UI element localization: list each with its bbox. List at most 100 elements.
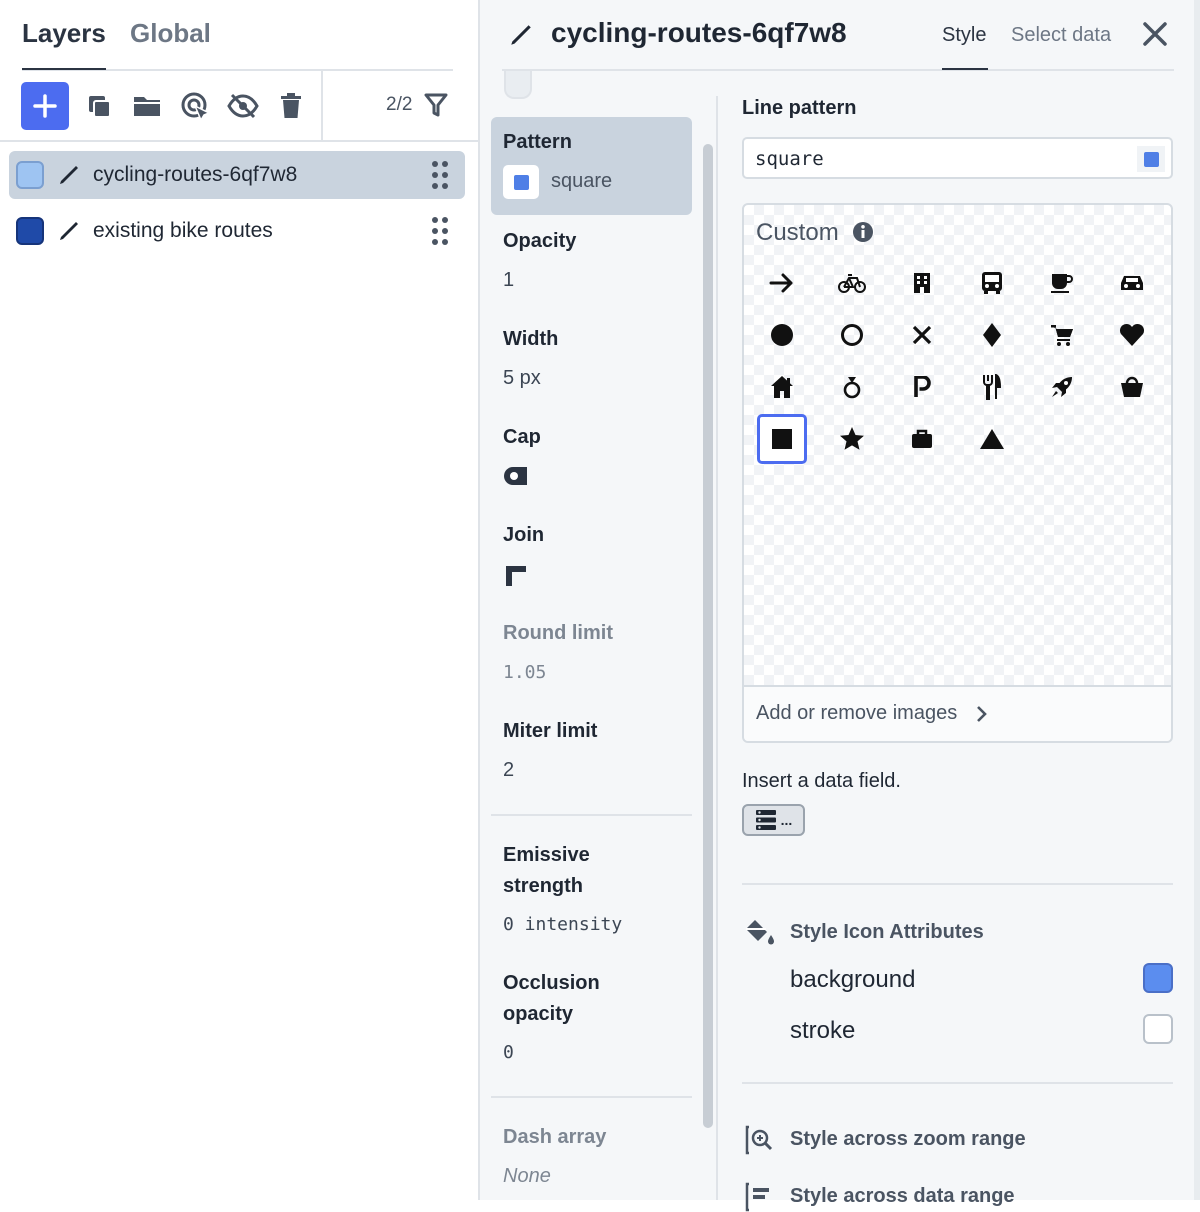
round-limit-value: 1.05 (503, 662, 547, 683)
delete-layer-button[interactable] (275, 90, 307, 122)
diamond-icon (983, 323, 1001, 347)
icon-rocket[interactable] (1037, 362, 1087, 412)
emissive-label[interactable]: Emissive (503, 840, 590, 871)
property-scrollbar[interactable] (703, 144, 713, 1128)
cap-label[interactable]: Cap (503, 422, 541, 453)
tab-global[interactable]: Global (130, 18, 211, 49)
pattern-label: Pattern (503, 131, 572, 153)
info-icon[interactable] (852, 221, 874, 243)
opacity-value[interactable]: 1 (503, 269, 514, 292)
building-icon (914, 273, 930, 293)
miter-limit-label[interactable]: Miter limit (503, 716, 597, 747)
duplicate-layer-button[interactable] (83, 90, 115, 122)
icon-bus[interactable] (967, 258, 1017, 308)
icon-suitcase[interactable] (897, 414, 947, 464)
arrow-right-icon (769, 273, 793, 293)
property-pattern[interactable]: Pattern square (491, 117, 692, 215)
round-limit-label: Round limit (503, 622, 613, 644)
drag-handle-icon[interactable] (429, 215, 451, 247)
add-remove-images-text: Add or remove images (756, 702, 958, 724)
emissive-value[interactable]: 0 intensity (503, 914, 622, 935)
stroke-color-swatch[interactable] (1143, 1014, 1173, 1044)
icon-triangle[interactable] (967, 414, 1017, 464)
tab-layers[interactable]: Layers (22, 18, 106, 49)
group-layers-button[interactable] (131, 90, 163, 122)
icon-bicycle[interactable] (827, 258, 877, 308)
background-attr-label: background (790, 966, 916, 993)
dash-array-value: None (503, 1165, 551, 1187)
icon-building[interactable] (897, 258, 947, 308)
heart-icon (1119, 323, 1145, 346)
opacity-label[interactable]: Opacity (503, 226, 576, 257)
icon-arrow[interactable] (757, 258, 807, 308)
width-label[interactable]: Width (503, 324, 558, 355)
background-color-swatch[interactable] (1143, 963, 1173, 993)
circle-icon (771, 324, 793, 346)
icon-shop[interactable] (1107, 362, 1157, 412)
icon-set-title: Custom (756, 219, 839, 246)
drag-handle-icon[interactable] (429, 159, 451, 191)
join-miter-icon[interactable] (503, 563, 527, 587)
insert-data-field-label: Insert a data field. (742, 770, 901, 792)
width-value[interactable]: 5 px (503, 367, 541, 390)
pattern-value: square (551, 170, 613, 192)
cursor-target-icon (181, 92, 210, 121)
tab-select-data[interactable]: Select data (1011, 24, 1111, 47)
add-layer-button[interactable] (21, 82, 69, 130)
map-edge (1194, 0, 1200, 1200)
parking-icon (914, 376, 931, 397)
style-icon-attributes-heading: Style Icon Attributes (790, 921, 984, 943)
icon-ring[interactable] (827, 362, 877, 412)
miter-limit-value[interactable]: 2 (503, 759, 514, 782)
tab-active-indicator (22, 68, 106, 70)
tab-style[interactable]: Style (942, 24, 986, 47)
trash-icon (281, 93, 301, 118)
layer-counter: 2/2 (386, 94, 413, 115)
select-on-map-button[interactable] (179, 90, 211, 122)
occlusion-label-line2[interactable]: opacity (503, 999, 573, 1030)
restaurant-icon (983, 374, 1002, 400)
occlusion-label[interactable]: Occlusion (503, 968, 600, 999)
layer-color-swatch[interactable] (16, 217, 44, 245)
cap-butt-icon[interactable] (503, 464, 529, 488)
section-divider (491, 1096, 692, 1098)
home-icon (771, 376, 793, 398)
icon-car[interactable] (1107, 258, 1157, 308)
line-layer-icon (511, 25, 531, 45)
layer-item-existing-bike-routes[interactable]: existing bike routes (9, 207, 465, 255)
icon-parking[interactable] (897, 362, 947, 412)
layer-item-cycling-routes[interactable]: cycling-routes-6qf7w8 (9, 151, 465, 199)
occlusion-value[interactable]: 0 (503, 1042, 514, 1063)
add-remove-images-link[interactable]: Add or remove images (744, 685, 1171, 741)
emissive-label-line2[interactable]: strength (503, 871, 583, 902)
icon-cart[interactable] (1037, 310, 1087, 360)
icon-coffee[interactable] (1037, 258, 1087, 308)
icon-circle[interactable] (757, 310, 807, 360)
data-range-heading[interactable]: Style across data range (790, 1185, 1015, 1208)
line-layer-icon (60, 222, 78, 240)
icon-square[interactable] (757, 414, 807, 464)
layer-color-swatch[interactable] (16, 161, 44, 189)
hide-layer-button[interactable] (227, 90, 259, 122)
icon-picker-panel: Custom Add or remove images (742, 203, 1173, 743)
style-panel: cycling-routes-6qf7w8 Style Select data … (480, 0, 1200, 1212)
join-label[interactable]: Join (503, 520, 544, 551)
previous-property-chip (504, 71, 532, 99)
close-icon[interactable] (1141, 20, 1169, 48)
icon-heart[interactable] (1107, 310, 1157, 360)
icon-diamond[interactable] (967, 310, 1017, 360)
bus-icon (982, 272, 1002, 294)
zoom-range-icon (745, 1125, 773, 1155)
stroke-attr-label: stroke (790, 1017, 856, 1044)
icon-circle-stroked[interactable] (827, 310, 877, 360)
icon-cross[interactable] (897, 310, 947, 360)
duplicate-icon (89, 96, 111, 118)
filter-button[interactable] (424, 92, 448, 123)
bicycle-icon (838, 274, 866, 293)
icon-star[interactable] (827, 414, 877, 464)
line-pattern-input[interactable]: square (742, 137, 1173, 179)
insert-data-field-button[interactable]: ... (742, 804, 805, 836)
icon-home[interactable] (757, 362, 807, 412)
icon-restaurant[interactable] (967, 362, 1017, 412)
zoom-range-heading[interactable]: Style across zoom range (790, 1128, 1026, 1151)
